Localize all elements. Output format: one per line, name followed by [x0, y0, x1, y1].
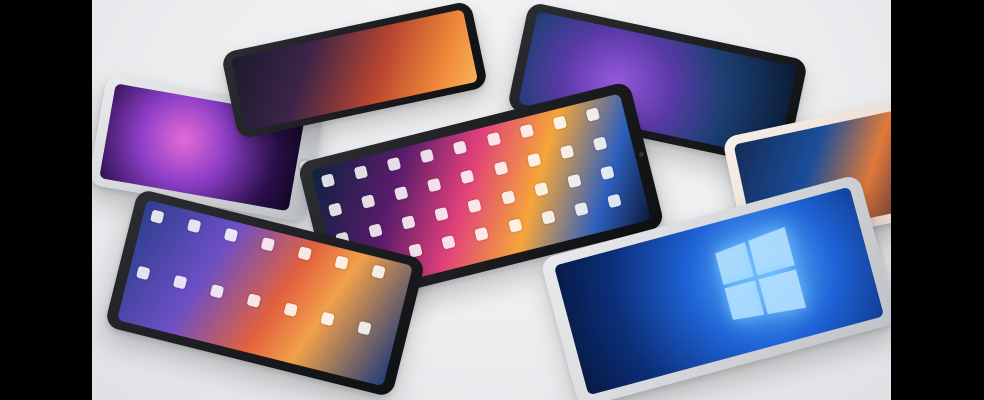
app-icon[interactable]: [209, 284, 225, 299]
app-icon[interactable]: [592, 136, 608, 151]
app-icon[interactable]: [172, 274, 188, 290]
tablet-top-center-left: [220, 0, 489, 140]
app-icon[interactable]: [607, 193, 622, 209]
app-icon[interactable]: [467, 198, 483, 213]
app-icon[interactable]: [327, 202, 343, 217]
app-icon[interactable]: [260, 236, 276, 252]
app-icon[interactable]: [519, 123, 534, 139]
app-icon[interactable]: [533, 181, 549, 197]
app-icon[interactable]: [552, 115, 567, 131]
app-icon[interactable]: [566, 173, 582, 188]
app-icon[interactable]: [559, 144, 575, 159]
app-icon[interactable]: [394, 185, 409, 201]
app-icon[interactable]: [427, 177, 442, 192]
photo-stage: [92, 0, 891, 400]
app-icon[interactable]: [474, 226, 490, 242]
app-icon[interactable]: [401, 214, 416, 230]
letterbox-right: [891, 0, 984, 400]
app-icon[interactable]: [135, 265, 151, 281]
camera-dot: [638, 151, 645, 158]
windows-logo-pane: [758, 269, 807, 315]
app-icon[interactable]: [441, 235, 457, 250]
app-icon[interactable]: [368, 222, 383, 238]
app-icon[interactable]: [599, 165, 615, 180]
windows-logo-pane: [724, 280, 765, 320]
app-icon[interactable]: [453, 140, 468, 155]
app-icon[interactable]: [186, 218, 202, 234]
app-icon[interactable]: [320, 311, 335, 327]
tablet-screen: [230, 9, 479, 131]
app-icon[interactable]: [573, 202, 589, 217]
windows-logo-pane: [715, 242, 755, 285]
app-icon[interactable]: [371, 264, 386, 280]
app-icon[interactable]: [246, 293, 262, 308]
app-icon[interactable]: [353, 165, 369, 180]
app-icon[interactable]: [149, 209, 165, 224]
app-icon[interactable]: [283, 302, 298, 317]
windows-logo-pane: [748, 226, 795, 276]
app-icon[interactable]: [434, 206, 449, 221]
app-icon[interactable]: [526, 152, 542, 168]
app-icon[interactable]: [297, 246, 313, 261]
app-icon[interactable]: [357, 320, 372, 336]
app-icon[interactable]: [500, 189, 516, 205]
app-icon[interactable]: [585, 107, 601, 122]
app-icon[interactable]: [386, 156, 402, 172]
app-icon[interactable]: [507, 218, 523, 234]
app-icon[interactable]: [460, 169, 475, 184]
app-icon[interactable]: [360, 193, 376, 209]
letterbox-left: [0, 0, 92, 400]
app-icon[interactable]: [486, 132, 501, 147]
app-icon[interactable]: [223, 227, 239, 243]
app-icon[interactable]: [334, 255, 349, 270]
app-icon[interactable]: [320, 173, 336, 188]
app-icon[interactable]: [493, 160, 508, 176]
app-icon[interactable]: [540, 210, 556, 225]
app-icon[interactable]: [419, 148, 435, 164]
windows-logo-icon: [715, 224, 814, 323]
